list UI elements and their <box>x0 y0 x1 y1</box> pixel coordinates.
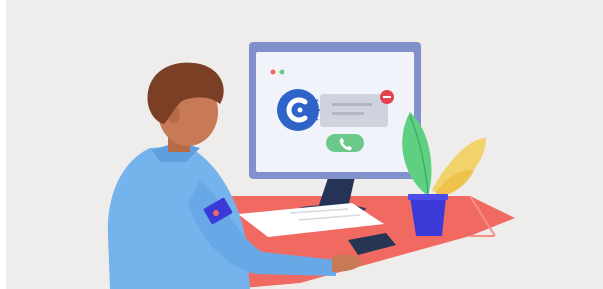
call-card-line-2 <box>332 112 364 115</box>
caller-app-dot <box>297 107 303 113</box>
plant-pot-rim <box>408 194 448 200</box>
left-border <box>0 0 6 289</box>
call-card-line-1 <box>332 103 372 106</box>
window-dot-red-icon <box>270 69 276 75</box>
call-card <box>320 94 388 127</box>
decline-minus-icon <box>383 96 391 98</box>
window-dot-green-icon <box>279 69 285 75</box>
illustration-scene <box>0 0 603 289</box>
illustration-svg <box>0 0 603 289</box>
sleeve-patch-dot <box>213 210 219 216</box>
accept-call-button[interactable] <box>326 134 364 152</box>
plant-pot <box>410 197 446 236</box>
